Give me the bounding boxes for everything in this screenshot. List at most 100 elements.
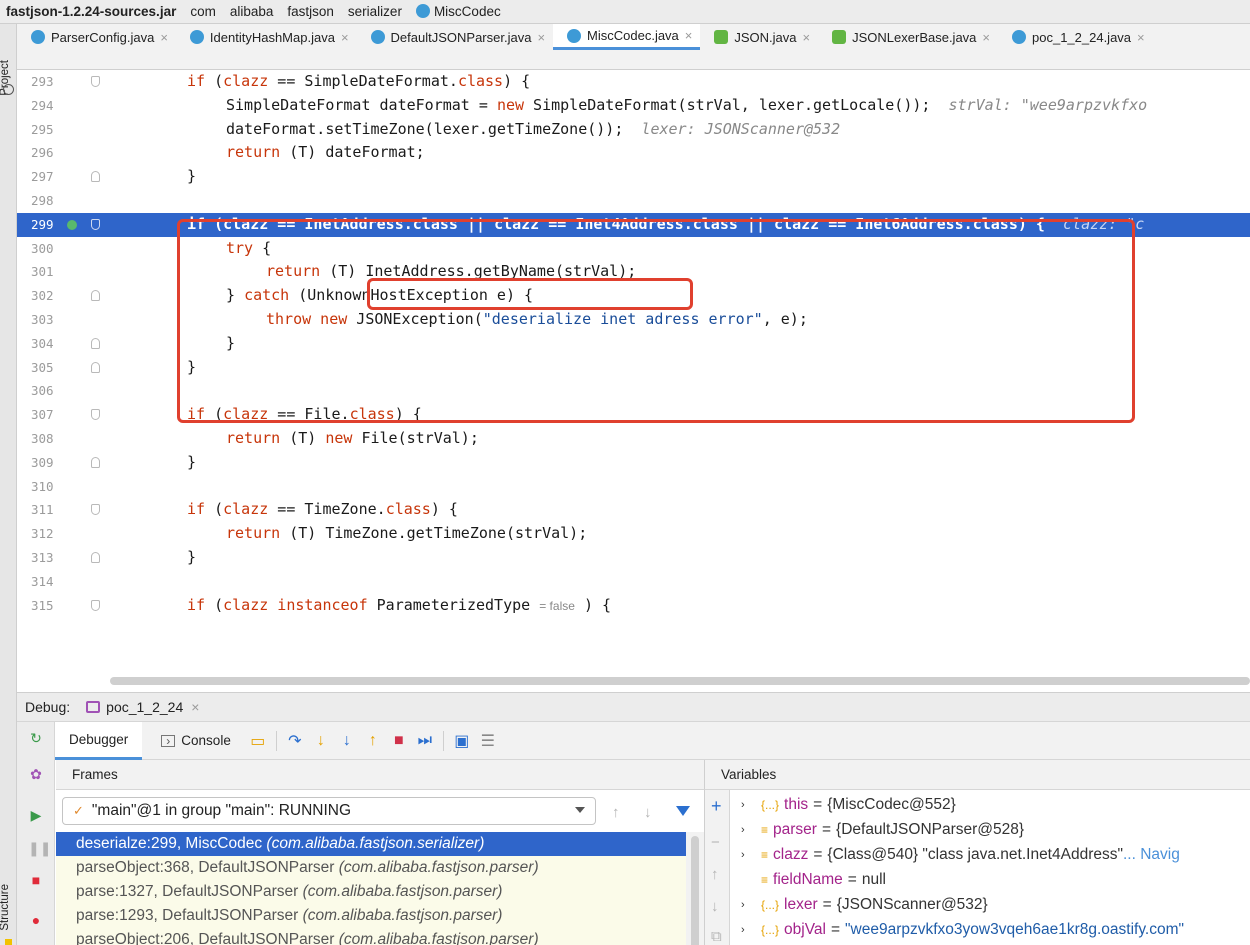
editor-tab[interactable]: ParserConfig.java × [17,24,176,50]
debug-session-tab[interactable]: poc_1_2_24 × [86,699,199,715]
code-line-313[interactable]: 313 } [17,546,1250,570]
breadcrumb-jar[interactable]: fastjson-1.2.24-sources.jar [6,4,176,19]
add-watch-icon[interactable]: + [711,796,722,817]
fold-marker-icon[interactable] [91,409,100,421]
breadcrumb-serializer[interactable]: serializer [348,4,402,19]
code-line-296[interactable]: 296 return (T) dateFormat; [17,141,1250,165]
stack-frame[interactable]: parseObject:206, DefaultJSONParser (com.… [56,928,686,945]
code-line-315[interactable]: 315 if (clazz instanceof ParameterizedTy… [17,594,1250,618]
code-text: if (clazz == SimpleDateFormat.class) { [187,72,531,90]
editor-tab[interactable]: DefaultJSONParser.java × [357,24,554,50]
fold-marker-icon[interactable] [91,504,100,516]
close-icon[interactable]: × [1137,30,1145,45]
close-icon[interactable]: × [191,699,199,715]
breadcrumb-com[interactable]: com [190,4,216,19]
code-editor[interactable]: 293 if (clazz == SimpleDateFormat.class)… [17,70,1250,686]
expand-arrow-icon[interactable]: › [741,824,755,836]
code-line-310[interactable]: 310 [17,475,1250,499]
variable-row[interactable]: › ≡ clazz = {Class@540} "class java.net.Inet… [731,842,1250,867]
step-over-icon[interactable]: ↷ [287,733,303,750]
move-up-icon[interactable]: ↑ [711,866,719,883]
close-icon[interactable]: × [537,30,545,45]
stack-frame[interactable]: parse:1293, DefaultJSONParser (com.aliba… [56,904,686,928]
scrollbar-thumb[interactable] [691,836,699,945]
fold-marker-icon[interactable] [91,599,100,611]
stop-icon[interactable]: ■ [28,872,44,888]
settings-gear-icon[interactable]: ✿ [28,766,44,782]
editor-tab[interactable]: IdentityHashMap.java × [176,24,357,50]
resume-icon[interactable]: ▶ [28,807,44,823]
code-line-297[interactable]: 297 } [17,165,1250,189]
breadcrumb-alibaba[interactable]: alibaba [230,4,274,19]
move-down-icon[interactable]: ↓ [711,898,719,915]
fold-marker-icon[interactable] [91,76,100,87]
stack-frame[interactable]: deserialze:299, MiscCodec (com.alibaba.f… [56,832,686,856]
code-line-309[interactable]: 309 } [17,451,1250,475]
editor-tab[interactable]: JSON.java × [700,24,818,50]
code-line-311[interactable]: 311 if (clazz == TimeZone.class) { [17,498,1250,522]
breadcrumb-fastjson[interactable]: fastjson [287,4,334,19]
close-icon[interactable]: × [160,30,168,45]
stack-frame[interactable]: parse:1327, DefaultJSONParser (com.aliba… [56,880,686,904]
next-frame-icon[interactable]: ↓ [644,804,652,821]
code-line-295[interactable]: 295 dateFormat.setTimeZone(lexer.getTime… [17,118,1250,142]
navigate-link[interactable]: ... Navig [1123,846,1180,864]
expand-arrow-icon[interactable]: › [741,849,755,861]
fold-marker-icon[interactable] [91,290,100,302]
variable-row[interactable]: › ≡ parser = {DefaultJSONParser@528} [731,817,1250,842]
run-to-cursor-icon[interactable]: ⏭ [417,732,433,749]
thread-dropdown[interactable]: ✓ "main"@1 in group "main": RUNNING [62,797,596,825]
expand-arrow-icon[interactable]: › [741,924,755,936]
execution-point-icon[interactable] [67,219,77,230]
code-line-314[interactable]: 314 [17,570,1250,594]
filter-icon[interactable] [676,806,690,816]
close-icon[interactable]: × [341,30,349,45]
previous-frame-icon[interactable]: ↑ [612,804,620,821]
breakpoints-icon[interactable]: ● [28,912,44,928]
editor-tab[interactable]: MiscCodec.java × [553,24,701,50]
editor-tab[interactable]: JSONLexerBase.java × [818,24,998,50]
restore-layout-icon[interactable]: ▭ [250,733,266,750]
code-line-294[interactable]: 294 SimpleDateFormat dateFormat = new Si… [17,94,1250,118]
structure-tool-tab[interactable]: Structure [0,884,18,931]
force-step-into-icon[interactable]: ↓ [339,732,355,749]
breadcrumb-misccodec[interactable]: MiscCodec [415,4,501,19]
expand-arrow-icon[interactable]: › [741,899,755,911]
tab-debugger[interactable]: Debugger [55,721,143,760]
copy-watch-icon[interactable]: ⧉ [711,928,722,945]
rerun-icon[interactable]: ↻ [28,730,44,746]
code-line-293[interactable]: 293 if (clazz == SimpleDateFormat.class)… [17,70,1250,94]
variable-row[interactable]: ≡ fieldName = null [731,867,1250,892]
pause-icon[interactable]: ❚❚ [28,840,51,856]
trace-icon[interactable]: ☰ [480,733,496,750]
variable-row[interactable]: › {...} lexer = {JSONScanner@532} [731,892,1250,917]
close-icon[interactable]: × [803,30,811,45]
step-into-icon[interactable]: ↓ [313,732,329,749]
fold-marker-icon[interactable] [91,337,100,349]
fold-marker-icon[interactable] [91,361,100,373]
step-out-icon[interactable]: ↑ [365,732,381,749]
code-line-308[interactable]: 308 return (T) new File(strVal); [17,427,1250,451]
stack-frame[interactable]: parseObject:368, DefaultJSONParser (com.… [56,856,686,880]
variable-row[interactable]: › {...} this = {MiscCodec@552} [731,792,1250,817]
drop-frame-icon[interactable]: ■ [391,732,407,749]
code-line-298[interactable]: 298 [17,189,1250,213]
fold-marker-icon[interactable] [91,456,100,468]
close-icon[interactable]: × [982,30,990,45]
maven-icon[interactable] [3,84,14,95]
tab-console[interactable]: › Console [142,722,245,760]
fold-marker-icon[interactable] [91,552,100,563]
variable-name: fieldName [773,870,843,888]
evaluate-expression-icon[interactable]: ▣ [454,733,470,750]
variable-row[interactable]: › {...} objVal = "wee9arpzvkfxo3yow3vqeh6ae1… [731,917,1250,942]
code-line-312[interactable]: 312 return (T) TimeZone.getTimeZone(strV… [17,522,1250,546]
frames-scrollbar[interactable] [686,832,704,945]
editor-tab[interactable]: poc_1_2_24.java × [998,24,1153,50]
remove-watch-icon[interactable]: − [711,834,720,851]
close-icon[interactable]: × [685,28,693,43]
expand-arrow-icon[interactable]: › [741,799,755,811]
editor-horizontal-scrollbar[interactable] [110,677,1250,685]
fold-marker-icon[interactable] [91,218,100,230]
java-abstract-icon [832,30,847,44]
fold-marker-icon[interactable] [91,171,100,183]
